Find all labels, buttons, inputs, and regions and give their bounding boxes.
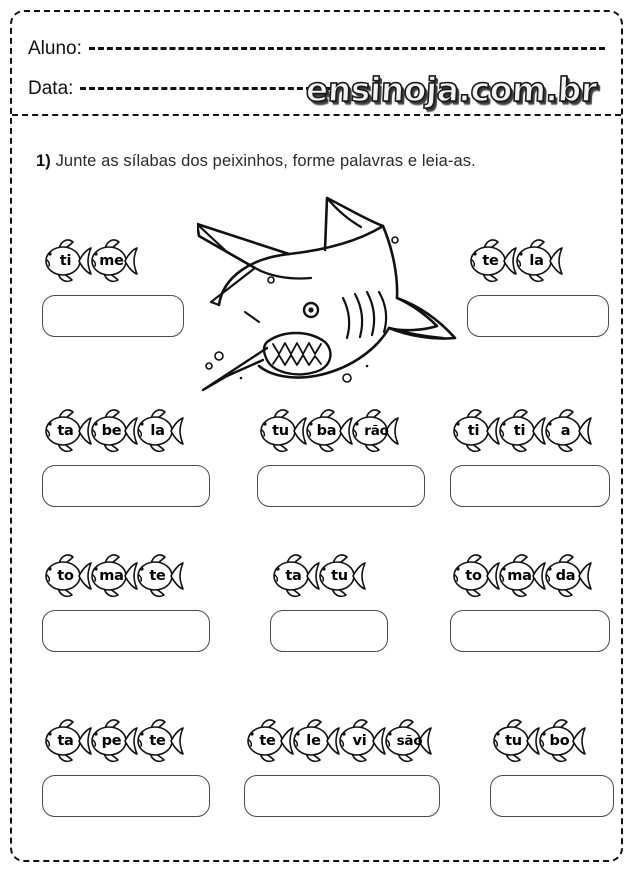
answer-box-tomada[interactable] [450, 610, 610, 652]
syllable-fish: te [467, 236, 517, 286]
exercise-group-tela: te la [467, 234, 609, 337]
student-name-field[interactable]: Aluno: [28, 38, 605, 60]
answer-box-tela[interactable] [467, 295, 609, 337]
syllable-fish: to [42, 551, 92, 601]
answer-box-tapete[interactable] [42, 775, 210, 817]
syllable-fish-strip: tu ba rão [257, 404, 403, 458]
syllable-fish-strip: ta be la [42, 404, 184, 458]
syllable-fish: ta [270, 551, 320, 601]
exercise-group-tatu: ta tu [270, 549, 388, 652]
syllable-fish: da [542, 551, 592, 601]
answer-box-tabela[interactable] [42, 465, 210, 507]
date-label: Data: [28, 78, 74, 99]
syllable-fish-strip: te le vi são [244, 714, 436, 768]
syllable-fish-strip: tu bo [490, 714, 586, 768]
syllable-fish-strip: ta pe te [42, 714, 184, 768]
shark-illustration [195, 180, 462, 395]
exercise-group-televisao: te le vi são [244, 714, 440, 817]
exercise-group-tubarao: tu ba rão [257, 404, 425, 507]
instruction-body: Junte as sílabas dos peixinhos, forme pa… [55, 152, 476, 170]
syllable-fish: le [290, 716, 340, 766]
syllable-fish: vi [336, 716, 386, 766]
answer-box-tatu[interactable] [270, 610, 388, 652]
syllable-fish: ba [303, 406, 353, 456]
syllable-fish: tu [257, 406, 307, 456]
answer-box-time[interactable] [42, 295, 184, 337]
syllable-fish-strip: to ma da [450, 549, 592, 603]
syllable-fish-strip: ti ti a [450, 404, 592, 458]
syllable-fish-strip: te la [467, 234, 563, 288]
answer-box-tubo[interactable] [490, 775, 614, 817]
exercise-group-time: ti me [42, 234, 184, 337]
syllable-fish-strip: ta tu [270, 549, 366, 603]
syllable-fish-strip: ti me [42, 234, 138, 288]
syllable-fish: ti [42, 236, 92, 286]
syllable-fish: bo [536, 716, 586, 766]
syllable-fish: ma [88, 551, 138, 601]
syllable-fish: a [542, 406, 592, 456]
syllable-fish: são [382, 716, 440, 766]
student-name-label: Aluno: [28, 38, 82, 59]
syllable-fish: tu [490, 716, 540, 766]
syllable-fish: ti [496, 406, 546, 456]
syllable-fish: be [88, 406, 138, 456]
exercise-group-tabela: ta be la [42, 404, 210, 507]
syllable-fish: ta [42, 716, 92, 766]
instruction-text: 1) Junte as sílabas dos peixinhos, forme… [36, 152, 476, 171]
syllable-fish: ma [496, 551, 546, 601]
exercise-group-titia: ti ti a [450, 404, 610, 507]
syllable-fish: te [134, 551, 184, 601]
syllable-fish-strip: to ma te [42, 549, 184, 603]
site-logo: ensinoja.com.br [305, 69, 599, 110]
exercise-group-tapete: ta pe te [42, 714, 210, 817]
worksheet-header: Aluno: Data: ensinoja.com.br [12, 12, 621, 116]
answer-box-televisao[interactable] [244, 775, 440, 817]
syllable-fish: rão [349, 406, 407, 456]
answer-box-tubarao[interactable] [257, 465, 425, 507]
syllable-fish: tu [316, 551, 366, 601]
answer-box-titia[interactable] [450, 465, 610, 507]
answer-box-tomate[interactable] [42, 610, 210, 652]
exercise-group-tomate: to ma te [42, 549, 210, 652]
syllable-fish: me [88, 236, 138, 286]
syllable-fish: la [134, 406, 184, 456]
syllable-fish: to [450, 551, 500, 601]
syllable-fish: ta [42, 406, 92, 456]
exercise-group-tomada: to ma da [450, 549, 610, 652]
syllable-fish: te [244, 716, 294, 766]
worksheet-page: Aluno: Data: ensinoja.com.br 1) Junte as… [10, 10, 623, 862]
student-name-line[interactable] [88, 47, 605, 50]
instruction-number: 1) [36, 152, 51, 170]
exercise-group-tubo: tu bo [490, 714, 614, 817]
syllable-fish: ti [450, 406, 500, 456]
syllable-fish: la [513, 236, 563, 286]
syllable-fish: pe [88, 716, 138, 766]
date-line[interactable] [80, 87, 331, 90]
syllable-fish: te [134, 716, 184, 766]
